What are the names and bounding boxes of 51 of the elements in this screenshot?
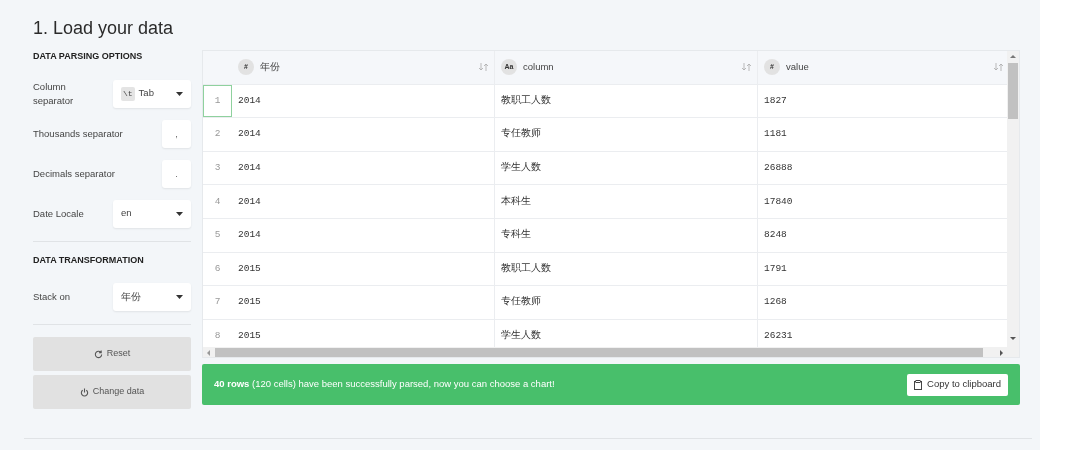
caret-icon xyxy=(176,295,183,299)
caret-icon xyxy=(176,91,183,96)
copy-button[interactable]: Copy to clipboard xyxy=(907,373,1008,396)
table-cell: 教职工人数 xyxy=(495,84,758,118)
option-label: Thousands separator xyxy=(33,126,124,141)
table-cell-text: 1268 xyxy=(763,295,788,310)
refresh-icon xyxy=(93,349,103,359)
table-cell: 2014 xyxy=(232,84,495,118)
table-cell: 学生人数 xyxy=(495,151,758,185)
table-cell: 本科生 xyxy=(495,185,758,218)
table-cell-text: 1791 xyxy=(763,261,788,276)
section-heading: DATA PARSING OPTIONS xyxy=(33,50,144,63)
input-field[interactable]: . xyxy=(162,159,191,188)
table-cell: 2014 xyxy=(232,185,495,218)
table-cell: 专任教师 xyxy=(495,118,758,151)
option-label: Stack on xyxy=(33,290,71,304)
table-cell: 专科生 xyxy=(495,218,758,252)
status-message: 40 rows (120 cells) have been successfully parsed, now you can choose a chart! xyxy=(214,377,555,392)
sort-icon[interactable] xyxy=(479,63,488,72)
table-cell-text: 26231 xyxy=(763,328,794,343)
table-cell-text: 1827 xyxy=(763,93,788,108)
table-cell: 2015 xyxy=(232,252,495,286)
table-cell: 2014 xyxy=(232,118,495,151)
table-cell: 2014 xyxy=(232,218,495,252)
caret-icon xyxy=(176,211,183,216)
input-field[interactable]: , xyxy=(162,119,191,148)
page-title: 1. Load your data xyxy=(33,17,175,40)
select-dropdown[interactable]: en xyxy=(113,199,191,228)
option-label: Decimals separator xyxy=(33,166,116,181)
power-icon xyxy=(79,387,89,397)
separator-badge: \t xyxy=(121,86,135,101)
table-cell: 教职工人数 xyxy=(495,252,758,286)
section-heading: DATA TRANSFORMATION xyxy=(33,253,145,267)
option-label: Column separator xyxy=(33,79,75,108)
table-cell-text: 8248 xyxy=(763,228,788,243)
select-dropdown[interactable]: \t Tab xyxy=(113,79,191,108)
table-cell-text: 26888 xyxy=(763,160,794,175)
table-cell-text: 1181 xyxy=(763,127,788,142)
sort-icon[interactable] xyxy=(994,63,1003,72)
sort-icon[interactable] xyxy=(742,63,751,72)
table-cell-text: 17840 xyxy=(763,194,794,209)
option-label: Date Locale xyxy=(33,206,85,221)
select-dropdown[interactable]: 年份 xyxy=(113,283,191,311)
table-cell: 2014 xyxy=(232,151,495,185)
table-cell: 专任教师 xyxy=(495,286,758,319)
clipboard-icon xyxy=(914,379,923,390)
change-data-button[interactable]: Change data xyxy=(33,375,191,409)
reset-button[interactable]: Reset xyxy=(33,337,191,371)
table-cell: 2015 xyxy=(232,286,495,319)
horizontal-scrollbar[interactable] xyxy=(203,347,1019,357)
vertical-scrollbar[interactable] xyxy=(1007,51,1019,347)
